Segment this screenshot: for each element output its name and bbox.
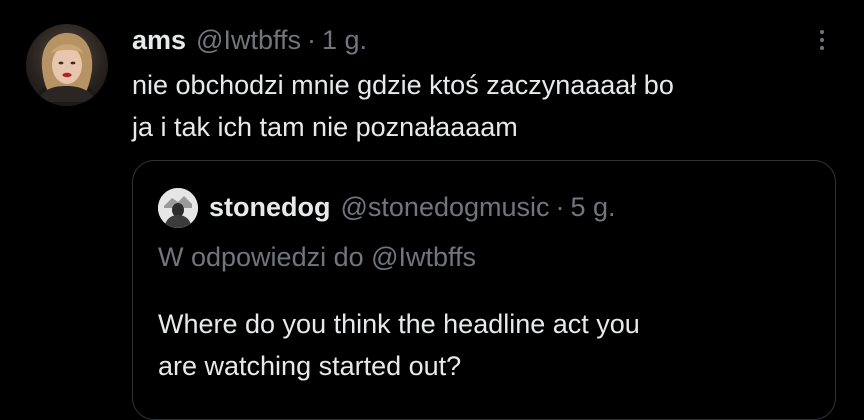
quoted-user-handle: @stonedogmusic	[340, 191, 550, 222]
user-handle[interactable]: @Iwtbffs	[196, 25, 301, 56]
display-name[interactable]: ams	[132, 25, 186, 56]
post[interactable]: ams @Iwtbffs · 1 g. nie obchodzi mnie gd…	[0, 0, 864, 420]
quoted-separator-dot: ·	[555, 191, 565, 222]
reply-context: W odpowiedzi do @Iwtbffs	[158, 242, 477, 272]
post-header: ams @Iwtbffs · 1 g.	[132, 20, 367, 60]
user-avatar[interactable]	[26, 24, 108, 106]
quoted-post[interactable]: stonedog @stonedogmusic · 5 g. W odpowie…	[132, 160, 836, 420]
avatar-image	[33, 32, 101, 106]
more-dot	[820, 46, 824, 50]
quoted-post-header: stonedog @stonedogmusic · 5 g.	[209, 187, 616, 227]
quoted-display-name: stonedog	[209, 191, 331, 222]
post-text: nie obchodzi mnie gdzie ktoś zaczynaaaał…	[132, 70, 674, 142]
quoted-post-text: Where do you think the headline act you …	[158, 309, 640, 381]
quoted-post-timestamp: 5 g.	[570, 191, 616, 222]
post-timestamp[interactable]: 1 g.	[322, 25, 367, 56]
quoted-avatar-image	[158, 188, 198, 228]
more-dot	[820, 38, 824, 42]
quoted-user-avatar	[158, 188, 198, 228]
more-dot	[820, 30, 824, 34]
more-vertical-icon[interactable]	[808, 24, 836, 56]
separator-dot: ·	[307, 24, 316, 55]
